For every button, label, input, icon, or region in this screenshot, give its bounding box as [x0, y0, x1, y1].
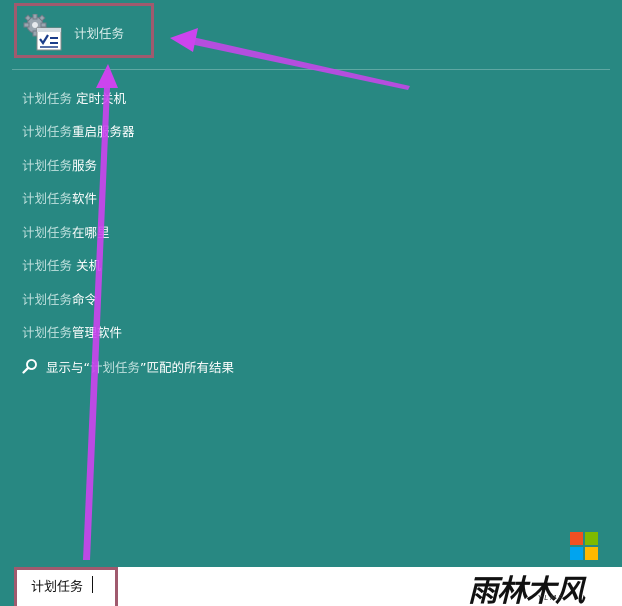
arrow-diagonal-shaft	[188, 36, 410, 90]
windows-logo-icon	[570, 532, 598, 560]
suggestion-item[interactable]: 计划任务 关机	[22, 255, 101, 275]
logo-tile-blue	[570, 547, 583, 560]
text-caret	[92, 576, 93, 593]
divider	[12, 69, 610, 70]
show-all-suffix: ”匹配的所有结果	[140, 359, 234, 375]
logo-tile-red	[570, 532, 583, 545]
suggestion-item[interactable]: 计划任务在哪里	[22, 222, 110, 242]
logo-tile-yellow	[585, 547, 598, 560]
show-all-results-link[interactable]: 显示与“ 计划任务 ”匹配的所有结果	[22, 356, 234, 376]
suggestion-item[interactable]: 计划任务软件	[22, 188, 97, 208]
watermark: 雨林木风 YLMF	[460, 528, 622, 606]
watermark-subtext: YLMF	[538, 594, 565, 602]
top-result-label: 计划任务	[74, 26, 125, 41]
arrow-diagonal-head	[170, 28, 198, 52]
watermark-text: 雨林木风	[468, 574, 585, 606]
magnifier-icon	[22, 359, 37, 374]
suggestion-item[interactable]: 计划任务管理软件	[22, 322, 122, 342]
arrow-vertical-head	[96, 64, 118, 88]
suggestion-item[interactable]: 计划任务 定时关机	[22, 88, 126, 108]
task-scheduler-icon	[23, 14, 62, 51]
suggestion-item[interactable]: 计划任务服务	[22, 155, 97, 175]
show-all-query: 计划任务	[89, 359, 140, 375]
search-input[interactable]: 计划任务	[31, 576, 83, 595]
show-all-prefix: 显示与“	[46, 359, 90, 375]
suggestion-item[interactable]: 计划任务重启服务器	[22, 121, 135, 141]
search-panel: 计划任务 计划任务 定时关机 计划任务重启服务器 计划任务服务 计划任务软件 计…	[0, 0, 622, 606]
logo-tile-green	[585, 532, 598, 545]
top-result-task-scheduler[interactable]: 计划任务	[14, 3, 154, 58]
suggestion-item[interactable]: 计划任务命令	[22, 289, 97, 309]
